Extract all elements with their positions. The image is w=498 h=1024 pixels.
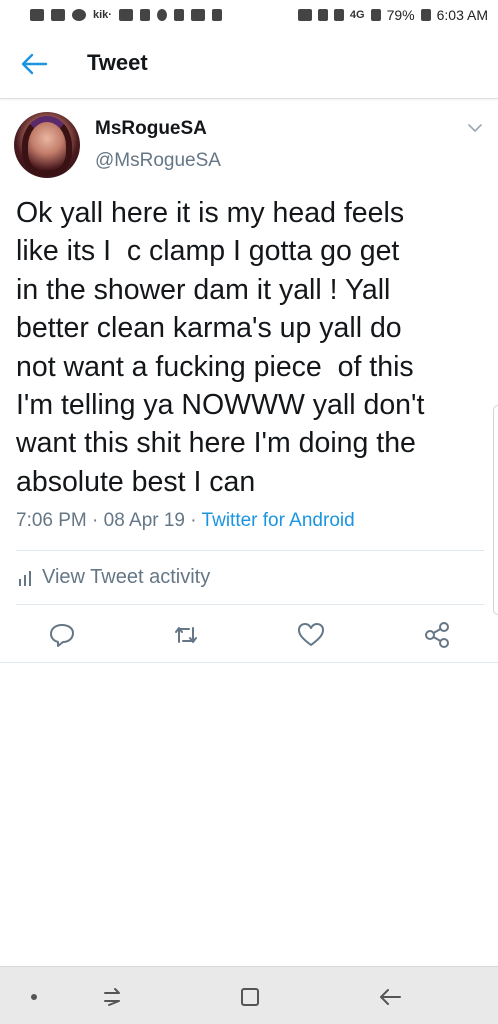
share-icon[interactable] bbox=[422, 620, 452, 650]
page-title: Tweet bbox=[87, 50, 148, 75]
video-icon bbox=[118, 9, 133, 21]
lock-icon bbox=[173, 9, 184, 21]
pocket-icon bbox=[190, 9, 205, 21]
battery-percent: 79% bbox=[386, 7, 415, 23]
battery-icon bbox=[420, 9, 431, 21]
scroll-edge bbox=[493, 405, 498, 615]
bar-chart-icon bbox=[19, 570, 31, 586]
moon-icon bbox=[156, 9, 167, 21]
divider bbox=[16, 604, 484, 605]
view-tweet-activity-label: View Tweet activity bbox=[42, 566, 211, 588]
status-right-icons: 4G 79% 6:03 AM bbox=[297, 7, 488, 23]
tweet-actions bbox=[0, 618, 498, 654]
cast-icon bbox=[297, 9, 312, 21]
kik-icon: kik· bbox=[93, 9, 112, 21]
app-header: Tweet bbox=[0, 30, 498, 99]
divider bbox=[0, 662, 498, 663]
tweet-timestamp: 7:06 PM · 08 Apr 19 · Twitter for Androi… bbox=[16, 510, 355, 532]
author-handle[interactable]: @MsRogueSA bbox=[95, 150, 221, 172]
tweet-client-link[interactable]: Twitter for Android bbox=[202, 510, 355, 531]
sun-icon bbox=[72, 9, 86, 21]
chevron-down-icon[interactable] bbox=[467, 122, 483, 134]
back-icon[interactable] bbox=[376, 983, 404, 1011]
status-bar: kik· 4G 79% 6:03 AM bbox=[0, 0, 498, 30]
wifi-icon bbox=[333, 9, 344, 21]
notification-icon bbox=[30, 9, 44, 21]
system-nav-bar bbox=[0, 966, 498, 1024]
avatar-image bbox=[22, 116, 72, 176]
retweet-icon[interactable] bbox=[171, 620, 201, 650]
network-icon: 4G bbox=[349, 9, 365, 21]
clock: 6:03 AM bbox=[436, 7, 488, 23]
tweet-text: Ok yall here it is my head feels like it… bbox=[16, 197, 425, 498]
avatar[interactable] bbox=[14, 112, 80, 178]
home-icon[interactable] bbox=[236, 983, 264, 1011]
meta-separator: · bbox=[92, 510, 99, 531]
tweet-date: 08 Apr 19 bbox=[103, 510, 185, 531]
divider bbox=[16, 550, 484, 551]
arrow-left-icon[interactable] bbox=[20, 52, 48, 76]
view-tweet-activity-button[interactable]: View Tweet activity bbox=[18, 566, 210, 589]
twitter-icon bbox=[139, 9, 150, 21]
meta-separator: · bbox=[190, 510, 197, 531]
author-name[interactable]: MsRogueSA bbox=[95, 118, 207, 140]
play-icon bbox=[211, 9, 222, 21]
like-icon[interactable] bbox=[296, 620, 326, 650]
status-left-icons: kik· bbox=[30, 9, 222, 21]
dot-icon bbox=[31, 994, 37, 1000]
recents-icon[interactable] bbox=[98, 983, 126, 1011]
reply-icon[interactable] bbox=[47, 620, 77, 650]
signal-icon bbox=[370, 9, 381, 21]
tweet-time: 7:06 PM bbox=[16, 510, 87, 531]
mail-icon bbox=[51, 9, 65, 21]
bluetooth-icon bbox=[317, 9, 328, 21]
